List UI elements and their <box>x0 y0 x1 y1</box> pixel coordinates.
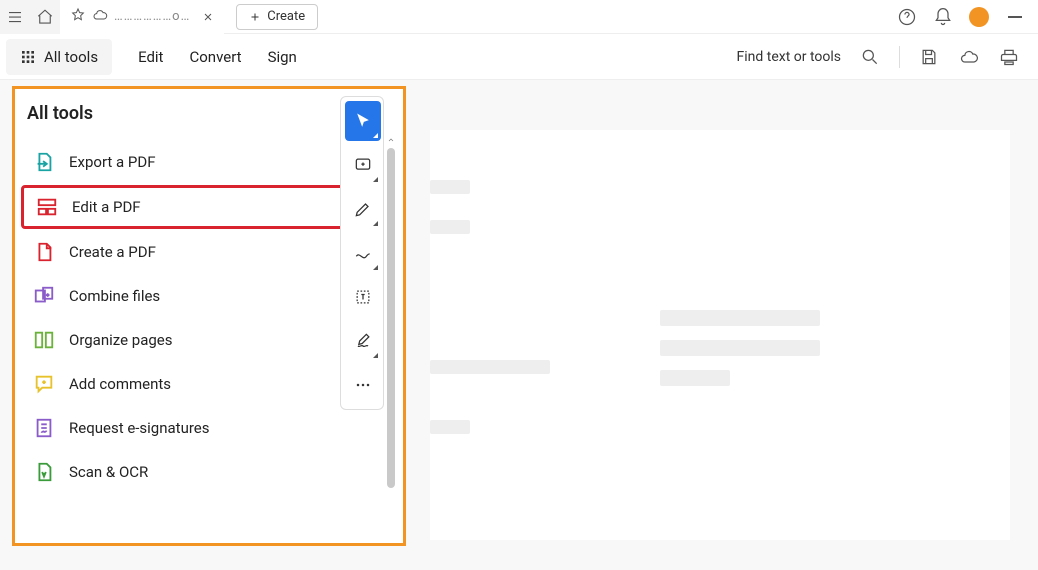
text-select-icon <box>353 287 373 307</box>
search-icon[interactable] <box>859 46 881 68</box>
tool-request-esignatures[interactable]: Request e-signatures <box>21 406 379 450</box>
star-icon[interactable] <box>70 7 92 27</box>
tool-edit-pdf[interactable]: Edit a PDF <box>21 185 379 229</box>
tool-label: Combine files <box>69 287 160 305</box>
add-text-box-button[interactable] <box>345 145 381 185</box>
menu-convert[interactable]: Convert <box>189 48 241 66</box>
title-bar-right <box>896 6 1038 28</box>
combine-icon <box>33 285 55 307</box>
highlight-tool-button[interactable] <box>345 189 381 229</box>
highlight-tool-icon <box>353 199 373 219</box>
tool-export-pdf[interactable]: Export a PDF <box>21 140 379 184</box>
profile-avatar[interactable] <box>968 6 990 28</box>
placeholder <box>430 360 550 374</box>
more-tools-icon <box>353 375 373 395</box>
cloud-sync-icon[interactable] <box>958 46 980 68</box>
export-pdf-icon <box>33 151 55 173</box>
scan-icon <box>33 461 55 483</box>
content-area: All tools Export a PDF Edit a PDF Create… <box>0 80 1038 570</box>
cloud-icon <box>92 7 114 27</box>
grid-icon <box>20 49 36 65</box>
tool-add-comments[interactable]: Add comments <box>21 362 379 406</box>
more-tools-button[interactable] <box>345 365 381 405</box>
home-button[interactable] <box>30 0 60 34</box>
fill-sign-icon <box>353 331 373 351</box>
tool-label: Request e-signatures <box>69 419 210 437</box>
help-icon[interactable] <box>896 6 918 28</box>
comment-icon <box>33 373 55 395</box>
document-viewport[interactable] <box>430 130 1010 540</box>
tool-label: Organize pages <box>69 331 172 349</box>
tool-combine-files[interactable]: Combine files <box>21 274 379 318</box>
tool-label: Add comments <box>69 375 171 393</box>
placeholder <box>430 420 470 434</box>
add-text-box-icon <box>353 155 373 175</box>
menu-edit[interactable]: Edit <box>138 48 163 66</box>
save-icon[interactable] <box>918 46 940 68</box>
hamburger-menu-button[interactable] <box>0 0 30 34</box>
menu-sign[interactable]: Sign <box>268 48 297 66</box>
edit-pdf-icon <box>36 196 58 218</box>
create-button[interactable]: Create <box>236 4 318 30</box>
minimize-window-button[interactable] <box>1004 6 1026 28</box>
draw-tool-button[interactable] <box>345 233 381 273</box>
all-tools-button[interactable]: All tools <box>6 39 112 75</box>
text-select-button[interactable] <box>345 277 381 317</box>
placeholder <box>660 370 730 386</box>
title-bar: ………………o… Create <box>0 0 1038 34</box>
organize-icon <box>33 329 55 351</box>
tool-scan-ocr[interactable]: Scan & OCR <box>21 450 379 494</box>
select-tool-button[interactable] <box>345 101 381 141</box>
scroll-thumb[interactable] <box>387 148 395 488</box>
menu-bar-right: Find text or tools <box>737 46 1038 68</box>
panel-scrollbar[interactable] <box>385 134 397 534</box>
tool-label: Edit a PDF <box>72 198 141 216</box>
create-pdf-icon <box>33 241 55 263</box>
tool-create-pdf[interactable]: Create a PDF <box>21 230 379 274</box>
placeholder <box>430 180 470 194</box>
draw-tool-icon <box>353 243 373 263</box>
tool-organize-pages[interactable]: Organize pages <box>21 318 379 362</box>
tool-label: Scan & OCR <box>69 463 148 481</box>
search-label[interactable]: Find text or tools <box>737 49 842 65</box>
vertical-toolbar <box>340 96 384 410</box>
divider <box>899 46 900 68</box>
esign-icon <box>33 417 55 439</box>
panel-title: All tools <box>27 103 93 124</box>
menu-bar: All tools Edit Convert Sign Find text or… <box>0 34 1038 80</box>
tool-label: Export a PDF <box>69 153 156 171</box>
placeholder <box>660 310 820 326</box>
scroll-up-icon[interactable] <box>385 134 397 146</box>
placeholder <box>430 220 470 234</box>
tool-label: Create a PDF <box>69 243 156 261</box>
fill-sign-button[interactable] <box>345 321 381 361</box>
notifications-icon[interactable] <box>932 6 954 28</box>
tab-title: ………………o… <box>114 9 190 24</box>
title-bar-left <box>0 0 60 34</box>
print-icon[interactable] <box>998 46 1020 68</box>
create-button-label: Create <box>267 9 305 24</box>
placeholder <box>660 340 820 356</box>
document-tab[interactable]: ………………o… <box>60 0 224 34</box>
all-tools-label: All tools <box>44 48 98 66</box>
select-tool-icon <box>353 111 373 131</box>
close-tab-button[interactable] <box>198 7 218 27</box>
